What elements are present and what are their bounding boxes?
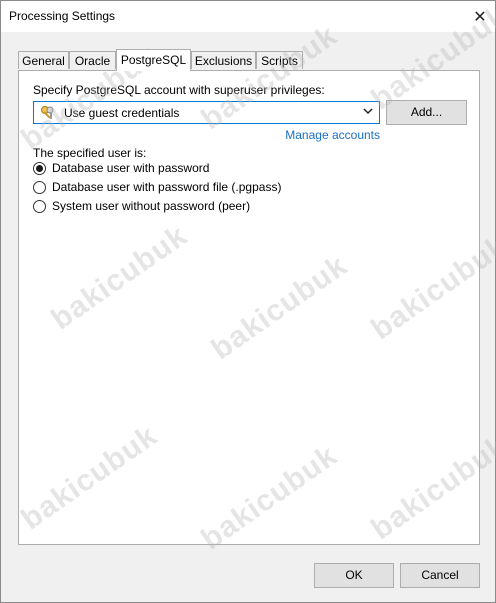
radio-indicator [33, 161, 46, 175]
radio-indicator [33, 180, 46, 194]
key-icon [41, 106, 54, 119]
radio-label: System user without password (peer) [52, 199, 251, 213]
chevron-down-icon [363, 108, 373, 115]
cancel-button[interactable]: Cancel [400, 563, 480, 588]
manage-accounts-link[interactable]: Manage accounts [285, 128, 380, 142]
tab-general[interactable]: General [18, 51, 69, 69]
add-account-button[interactable]: Add... [386, 100, 467, 125]
postgresql-panel: Specify PostgreSQL account with superuse… [18, 70, 480, 545]
account-select[interactable]: Use guest credentials [33, 101, 380, 124]
account-label: Specify PostgreSQL account with superuse… [33, 83, 325, 97]
radio-label: Database user with password file (.pgpas… [52, 180, 282, 194]
radio-system-user-peer[interactable]: System user without password (peer) [33, 197, 250, 215]
processing-settings-dialog: Processing Settings ✕ General Oracle Pos… [0, 0, 496, 603]
close-button[interactable]: ✕ [465, 1, 495, 32]
tab-oracle[interactable]: Oracle [69, 51, 116, 69]
user-type-label: The specified user is: [33, 146, 147, 160]
window-title: Processing Settings [9, 9, 116, 23]
ok-button[interactable]: OK [314, 563, 394, 588]
title-bar: Processing Settings ✕ [1, 1, 495, 32]
close-icon: ✕ [473, 8, 487, 26]
radio-database-user-password[interactable]: Database user with password [33, 159, 209, 177]
tab-scripts[interactable]: Scripts [256, 51, 303, 69]
radio-database-user-pgpass[interactable]: Database user with password file (.pgpas… [33, 178, 281, 196]
radio-indicator [33, 199, 46, 213]
tab-exclusions[interactable]: Exclusions [191, 51, 256, 69]
radio-label: Database user with password [52, 161, 210, 175]
tab-postgresql[interactable]: PostgreSQL [116, 49, 191, 71]
account-select-value: Use guest credentials [64, 106, 180, 120]
